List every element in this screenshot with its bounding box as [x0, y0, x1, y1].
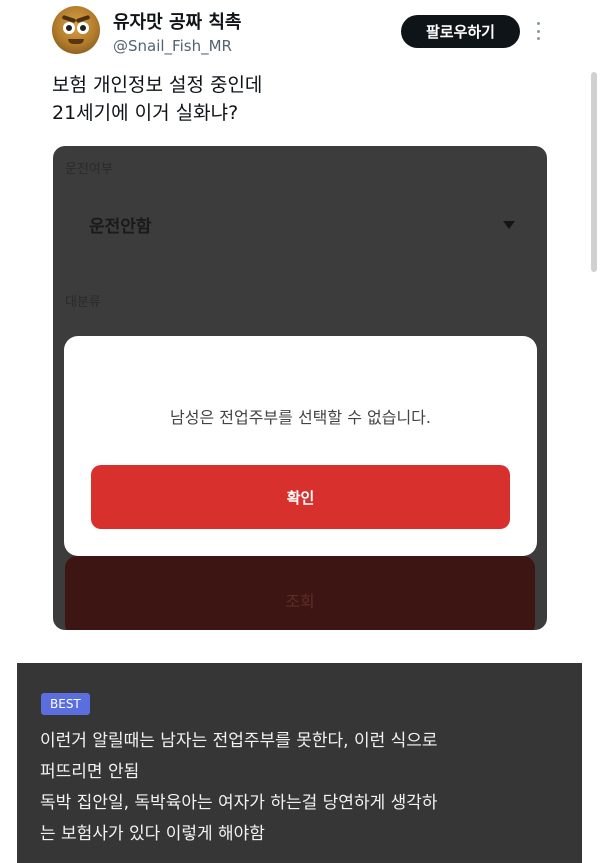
confirm-button: 확인 — [91, 465, 510, 529]
caret-down-icon — [503, 221, 515, 229]
user-handle[interactable]: @Snail_Fish_MR — [113, 37, 232, 55]
comment-text: 이런거 알릴때는 남자는 전업주부를 못한다, 이런 식으로 퍼뜨리면 안됨 독… — [40, 726, 570, 850]
comment-line: 퍼뜨리면 안됨 — [40, 762, 140, 782]
lookup-button: 조회 — [65, 556, 535, 630]
avatar[interactable] — [52, 6, 100, 54]
avatar-eye — [77, 22, 89, 34]
more-dot — [536, 29, 540, 33]
follow-button[interactable]: 팔로우하기 — [401, 15, 520, 48]
tweet-text: 보험 개인정보 설정 중인데 21세기에 이거 실화냐? — [52, 74, 263, 124]
best-comment-panel: BEST 이런거 알릴때는 남자는 전업주부를 못한다, 이런 식으로 퍼뜨리면… — [17, 663, 582, 863]
comment-line: 독박 집안일, 독박육아는 여자가 하는걸 당연하게 생각하 — [40, 793, 438, 813]
more-dot — [536, 37, 540, 40]
best-badge: BEST — [41, 693, 90, 715]
more-dot — [536, 22, 540, 25]
dialog-message: 남성은 전업주부를 선택할 수 없습니다. — [170, 408, 431, 427]
comment-line: 이런거 알릴때는 남자는 전업주부를 못한다, 이런 식으로 — [40, 731, 438, 751]
category-label: 대분류 — [65, 295, 101, 310]
avatar-mouth — [68, 39, 84, 44]
drive-status-label: 운전여부 — [65, 162, 113, 177]
drive-status-value: 운전안함 — [89, 217, 152, 237]
comment-line: 는 보험사가 있다 이렇게 해야함 — [40, 824, 265, 844]
alert-dialog: 남성은 전업주부를 선택할 수 없습니다. 확인 — [64, 336, 537, 556]
display-name[interactable]: 유자맛 공짜 칙촉 — [113, 8, 241, 34]
more-vertical-icon[interactable] — [533, 18, 543, 44]
avatar-eye — [63, 22, 75, 34]
scrollbar-thumb[interactable] — [591, 72, 597, 272]
